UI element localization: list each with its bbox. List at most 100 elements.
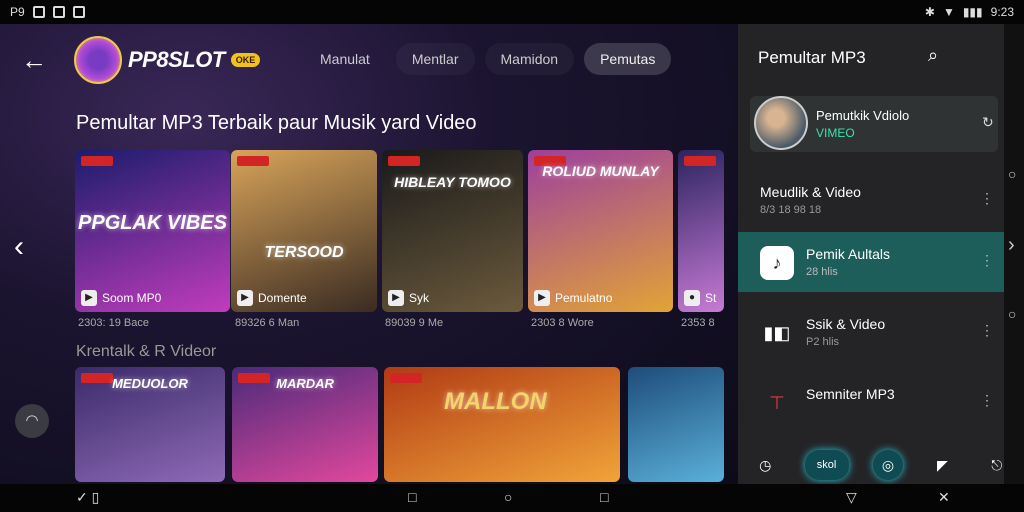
search-icon[interactable]: ⌕ (928, 45, 938, 66)
app-icon: ▶ (81, 290, 97, 306)
media-card[interactable] (628, 367, 724, 482)
home-circle-icon[interactable]: ○ (504, 489, 512, 505)
card-label: Soom MP0 (102, 291, 162, 305)
card-poster-title: MALLON (444, 387, 547, 415)
more-vertical-icon[interactable]: ⋮ (980, 190, 994, 207)
music-note-icon: ♪ (760, 246, 794, 280)
chevron-right-icon[interactable]: › (1008, 234, 1015, 257)
side-panel: Pemultar MP3 ⌕ ⋮ Pemutkik Vdiolo VIMEO ↻… (738, 24, 1024, 484)
check-icon[interactable]: ✓ ▯ (76, 489, 99, 506)
square-icon[interactable]: □ (408, 489, 416, 505)
back-arrow-icon[interactable]: ← (18, 46, 50, 74)
sidebar-item-sub: 8/3 18 98 18 (760, 204, 822, 216)
chevron-left-icon[interactable]: ‹ (14, 230, 36, 264)
live-tag (388, 156, 420, 166)
media-card[interactable]: HIBLEAY TOMOO ▶ Syk (382, 150, 523, 312)
card-poster (628, 367, 724, 482)
sidebar-item-sub: 28 hlis (806, 266, 838, 278)
top-tabs: Manulat Mentlar Mamidon Pemutas (304, 43, 672, 75)
more-vertical-icon[interactable]: ⋮ (980, 252, 994, 269)
play-shape-icon[interactable]: ◤ (927, 450, 957, 480)
card-meta: 2353 8 (681, 317, 715, 329)
main-content: ← PP8SLOT OKE Manulat Mentlar Mamidon Pe… (0, 24, 738, 484)
card-poster (678, 150, 724, 312)
film-icon: ▮◧ (763, 323, 791, 343)
card-poster-title: MEDUOLOR (112, 376, 188, 392)
compass-icon[interactable]: ◎ (872, 450, 903, 480)
side-panel-title: Pemultar MP3 (758, 48, 866, 67)
signal-icon: ▮▮▮ (962, 5, 983, 19)
sidebar-item-label: Meudlik & Video (760, 184, 861, 200)
edge-strip: ○ › ○ (1004, 24, 1024, 484)
card-poster-title: ROLIUD MUNLAY (542, 162, 659, 179)
more-vertical-icon[interactable]: ⋮ (980, 392, 994, 409)
system-nav-bar: ✓ ▯ □ ○ □ ▽ ✕ (0, 484, 1024, 512)
tab-mamidon[interactable]: Mamidon (484, 43, 575, 75)
card-label: Pemulatno (555, 291, 613, 305)
tab-pemutas[interactable]: Pemutas (584, 43, 672, 75)
shuffle-icon[interactable]: ✕ (938, 489, 950, 506)
card-poster-title: PPGLAK VIBES (78, 211, 227, 234)
sidebar-item-meudlik-video[interactable]: Meudlik & Video 8/3 18 98 18 ⋮ (738, 170, 1004, 230)
media-card[interactable]: ● St (678, 150, 724, 312)
section-title: Krentalk & R Videor (76, 343, 217, 360)
account-sub: VIMEO (816, 126, 855, 140)
circle-icon: ○ (1008, 166, 1017, 182)
media-card[interactable]: MARDAR (232, 367, 378, 482)
wifi-icon: ▼ (942, 5, 955, 19)
notification-icon (72, 6, 85, 18)
page-title: Pemultar MP3 Terbaik paur Musik yard Vid… (76, 112, 477, 134)
refresh-icon[interactable]: ↻ (982, 114, 994, 131)
card-label: Syk (409, 291, 430, 305)
nav-down-icon[interactable]: ▽ (846, 489, 857, 506)
card-meta: 89039 9 Me (385, 317, 444, 329)
status-time: 9:23 (990, 5, 1014, 19)
card-meta: 2303: 19 Bace (78, 317, 149, 329)
media-card[interactable]: TERSOOD ▶ Domente (231, 150, 377, 312)
tab-manulat[interactable]: Manulat (304, 43, 386, 75)
account-name: Pemutkik Vdiolo (816, 108, 910, 123)
circle-icon: ○ (1008, 306, 1017, 322)
media-card[interactable]: PPGLAK VIBES ▶ Soom MP0 (75, 150, 230, 312)
card-label: St (705, 291, 717, 305)
live-tag (390, 373, 422, 383)
logo-badge: OKE (230, 53, 261, 67)
app-icon: ▶ (237, 290, 253, 306)
notification-icon (52, 6, 65, 18)
recents-icon[interactable]: □ (600, 489, 608, 505)
side-panel-bottom-bar: ◷ skol ◎ ◤ ⎋ (738, 446, 1024, 484)
sidebar-item-pemik-aultals[interactable]: ♪ Pemik Aultals 28 hlis ⋮ (738, 232, 1004, 292)
app-icon: ▶ (388, 290, 404, 306)
account-card[interactable]: Pemutkik Vdiolo VIMEO ↻ (750, 96, 998, 152)
audio-wave-icon[interactable]: ◠ (15, 404, 49, 438)
media-card[interactable]: MALLON (384, 367, 620, 482)
pin-icon: ⊤ (769, 393, 785, 413)
card-meta: 89326 6 Man (235, 317, 300, 329)
notification-icon (32, 6, 45, 18)
app-icon: ● (684, 290, 700, 306)
live-tag (684, 156, 716, 166)
brand-logo[interactable]: PP8SLOT OKE (74, 36, 261, 84)
tab-mentlar[interactable]: Mentlar (395, 43, 475, 75)
sidebar-item-ssik-video[interactable]: ▮◧ Ssik & Video P2 hlis ⋮ (738, 302, 1004, 362)
sidebar-item-sub: P2 hlis (806, 336, 840, 348)
app-icon: ▶ (534, 290, 550, 306)
status-bar: P9 ✱ ▼ ▮▮▮ 9:23 (0, 0, 1024, 24)
card-poster-title: TERSOOD (264, 243, 344, 261)
bluetooth-icon: ✱ (924, 5, 935, 19)
live-tag (81, 156, 113, 166)
clock-icon[interactable]: ◷ (750, 450, 780, 480)
badge-button[interactable]: skol (804, 450, 849, 480)
sidebar-item-semniter-mp3[interactable]: ⊤ Semniter MP3 ⋮ (738, 372, 1004, 432)
more-vertical-icon[interactable]: ⋮ (980, 322, 994, 339)
avatar (754, 96, 808, 150)
sidebar-item-label: Semniter MP3 (806, 386, 895, 402)
card-poster (231, 150, 377, 312)
media-card[interactable]: MEDUOLOR (75, 367, 225, 482)
status-left-text: P9 (10, 5, 25, 19)
media-card[interactable]: ROLIUD MUNLAY ▶ Pemulatno (528, 150, 673, 312)
live-tag (237, 156, 269, 166)
card-meta: 2303 8 Wore (531, 317, 594, 329)
card-label: Domente (258, 291, 307, 305)
card-poster (384, 367, 620, 482)
